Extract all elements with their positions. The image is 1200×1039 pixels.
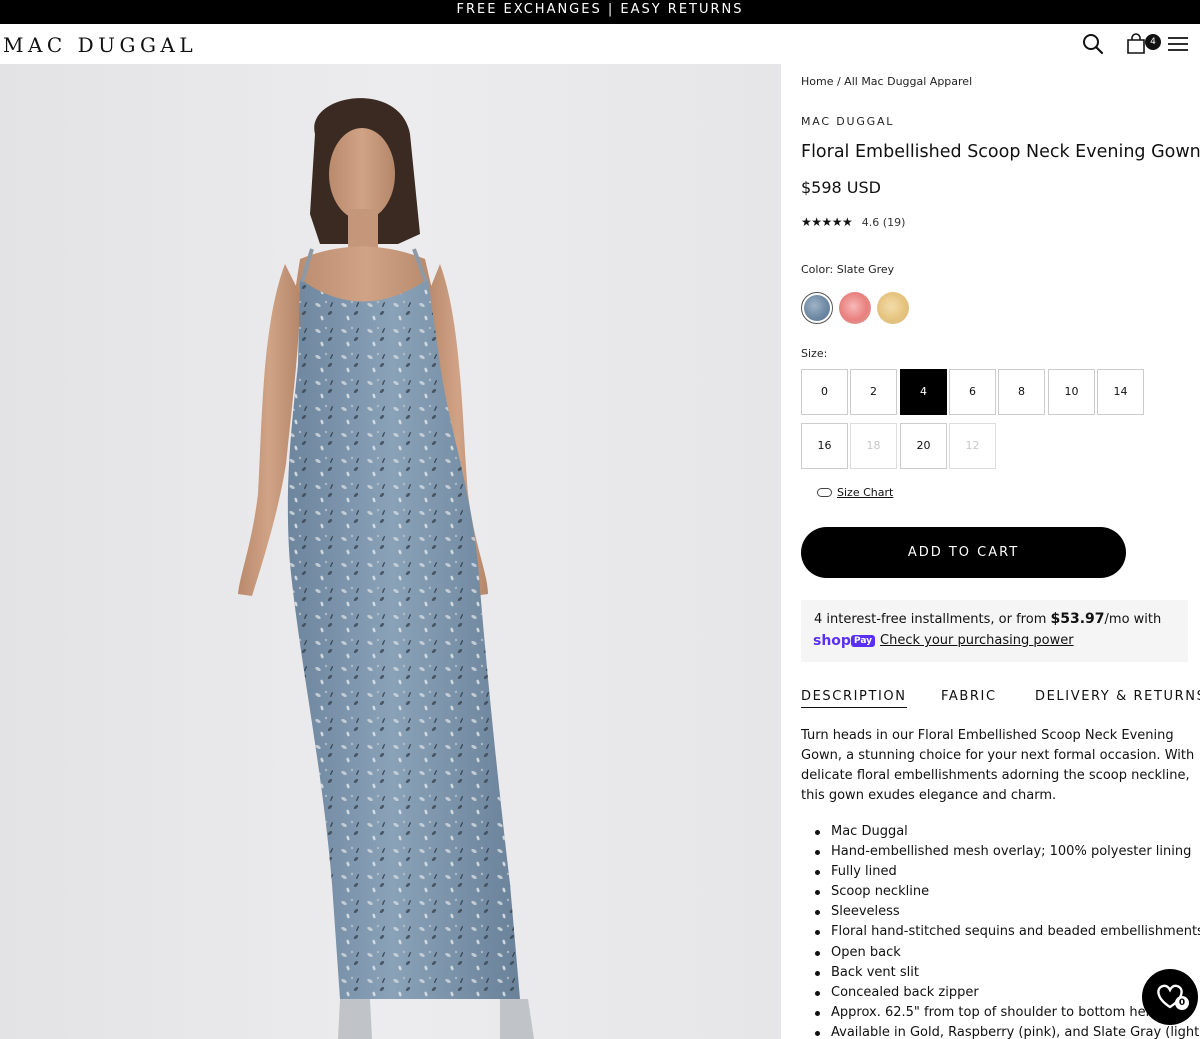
- heart-icon: [1157, 984, 1183, 1009]
- installments-text: 4 interest-free installments, or from $5…: [814, 611, 1162, 627]
- announcement-bar: FREE EXCHANGES | EASY RETURNS: [0, 0, 1200, 24]
- site-header: MAC DUGGAL 4: [0, 24, 1200, 64]
- list-item: Floral hand-stitched sequins and beaded …: [801, 922, 1200, 942]
- swatch-raspberry[interactable]: [839, 292, 871, 324]
- size-chart-label: Size Chart: [837, 486, 894, 499]
- tab-fabric[interactable]: FABRIC: [941, 689, 997, 704]
- product-description: Turn heads in our Floral Embellished Sco…: [801, 728, 1195, 803]
- tab-delivery-returns[interactable]: DELIVERY & RETURNS: [1035, 689, 1200, 704]
- menu-icon[interactable]: [1166, 32, 1190, 56]
- list-item: Hand-embellished mesh overlay; 100% poly…: [801, 842, 1200, 862]
- tab-description[interactable]: DESCRIPTION: [801, 689, 907, 708]
- color-label: Color: Slate Grey: [801, 263, 895, 276]
- product-title: Floral Embellished Scoop Neck Evening Go…: [801, 142, 1200, 162]
- list-item: Approx. 62.5" from top of shoulder to bo…: [801, 1003, 1200, 1023]
- size-option[interactable]: 14: [1097, 369, 1144, 415]
- list-item: Fully lined: [801, 862, 1200, 882]
- purchasing-power-link[interactable]: Check your purchasing power: [880, 633, 1074, 648]
- rating-value: 4.6: [861, 216, 880, 229]
- size-option-selected[interactable]: 4: [900, 369, 947, 415]
- list-item: Mac Duggal: [801, 822, 1200, 842]
- brand-logo[interactable]: MAC DUGGAL: [3, 33, 197, 57]
- search-icon[interactable]: [1081, 32, 1105, 56]
- swatch-slate-grey[interactable]: [801, 292, 833, 324]
- list-item: Concealed back zipper: [801, 983, 1200, 1003]
- list-item: Available in Gold, Raspberry (pink), and…: [801, 1023, 1200, 1039]
- product-image[interactable]: [0, 64, 781, 1039]
- shoppay-installments-banner: 4 interest-free installments, or from $5…: [801, 600, 1188, 662]
- size-option[interactable]: 0: [801, 369, 848, 415]
- product-rating[interactable]: ★★★★★ 4.6 (19): [801, 215, 905, 229]
- size-option[interactable]: 20: [900, 423, 947, 469]
- size-option[interactable]: 2: [850, 369, 897, 415]
- tape-measure-icon: [817, 488, 832, 497]
- size-option[interactable]: 6: [949, 369, 996, 415]
- shoppay-badge: Pay: [851, 635, 876, 647]
- size-option-unavailable[interactable]: 18: [850, 423, 897, 469]
- breadcrumb[interactable]: Home / All Mac Duggal Apparel: [801, 75, 972, 88]
- product-price: $598 USD: [801, 178, 881, 197]
- gown-model-illustration: [238, 98, 534, 1039]
- rating-stars: ★★★★★: [801, 215, 853, 229]
- size-option[interactable]: 8: [998, 369, 1045, 415]
- size-chart-link[interactable]: Size Chart: [817, 486, 893, 499]
- rating-count: (19): [882, 216, 906, 229]
- feature-list: Mac Duggal Hand-embellished mesh overlay…: [801, 822, 1200, 1039]
- list-item: Scoop neckline: [801, 882, 1200, 902]
- cart-count-badge: 4: [1145, 34, 1161, 50]
- product-vendor: MAC DUGGAL: [801, 115, 895, 128]
- list-item: Sleeveless: [801, 902, 1200, 922]
- installment-amount: $53.97: [1050, 611, 1105, 627]
- shoppay-logo: shop: [813, 633, 851, 649]
- wishlist-count-badge: 0: [1175, 996, 1189, 1010]
- size-option[interactable]: 16: [801, 423, 848, 469]
- size-option[interactable]: 10: [1048, 369, 1095, 415]
- size-label: Size:: [801, 347, 828, 360]
- list-item: Back vent slit: [801, 963, 1200, 983]
- list-item: Open back: [801, 943, 1200, 963]
- swatch-gold[interactable]: [877, 292, 909, 324]
- add-to-cart-button[interactable]: ADD TO CART: [801, 527, 1126, 578]
- size-option-unavailable[interactable]: 12: [949, 423, 996, 469]
- wishlist-button[interactable]: 0: [1142, 969, 1198, 1025]
